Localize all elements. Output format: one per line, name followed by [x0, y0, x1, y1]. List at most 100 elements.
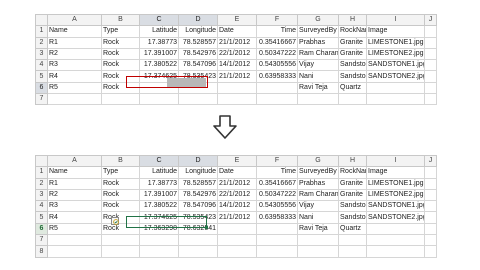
- cell-a1[interactable]: Name: [47, 25, 102, 38]
- cell-a2[interactable]: R1: [47, 177, 102, 190]
- cell-c6[interactable]: [139, 81, 179, 95]
- row-header-7[interactable]: 7: [35, 234, 48, 247]
- cell-d3[interactable]: 78.542976: [178, 188, 218, 202]
- cell-e7[interactable]: [217, 93, 257, 106]
- cell-f3[interactable]: 0.50347222: [256, 188, 298, 202]
- cell-g5[interactable]: Nani: [297, 211, 339, 224]
- cell-d8[interactable]: [178, 245, 218, 258]
- cell-e4[interactable]: 14/1/2012: [217, 200, 257, 213]
- autofill-options-icon[interactable]: [111, 217, 119, 225]
- cell-h8[interactable]: [338, 245, 367, 258]
- cell-h7[interactable]: [338, 93, 367, 106]
- cell-d4[interactable]: 78.547096: [178, 200, 218, 213]
- cell-j5[interactable]: [424, 70, 437, 83]
- cell-e1[interactable]: Date: [217, 166, 257, 179]
- cell-d1[interactable]: Longitude: [178, 25, 218, 38]
- cell-b5[interactable]: Rock: [101, 70, 140, 83]
- cell-d5[interactable]: 78.535423: [178, 211, 218, 224]
- cell-j4[interactable]: [424, 59, 437, 72]
- cell-c7[interactable]: [139, 234, 179, 247]
- cell-g7[interactable]: [297, 93, 339, 106]
- cell-f4[interactable]: 0.54305556: [256, 200, 298, 213]
- cell-j6[interactable]: [424, 222, 437, 236]
- select-all-corner[interactable]: [35, 13, 48, 27]
- cell-g6[interactable]: Ravi Teja: [297, 222, 339, 236]
- column-header-e[interactable]: E: [217, 154, 257, 168]
- cell-d7[interactable]: [178, 93, 218, 106]
- cell-f8[interactable]: [256, 245, 298, 258]
- cell-j1[interactable]: [424, 166, 437, 179]
- column-header-g[interactable]: G: [297, 13, 339, 27]
- cell-a6[interactable]: R5: [47, 81, 102, 95]
- cell-b6[interactable]: Rock: [101, 222, 140, 236]
- cell-g6[interactable]: Ravi Teja: [297, 81, 339, 95]
- column-header-c[interactable]: C: [139, 13, 179, 27]
- column-header-d[interactable]: D: [178, 154, 218, 168]
- cell-j3[interactable]: [424, 47, 437, 61]
- row-header-3[interactable]: 3: [35, 47, 48, 61]
- cell-i6[interactable]: [366, 222, 425, 236]
- cell-a3[interactable]: R2: [47, 188, 102, 202]
- cell-d6[interactable]: 78.632541: [178, 222, 218, 236]
- cell-h6[interactable]: Quartz: [338, 81, 367, 95]
- cell-g4[interactable]: Vijay: [297, 59, 339, 72]
- cell-c1[interactable]: Latitude: [139, 166, 179, 179]
- cell-f6[interactable]: [256, 81, 298, 95]
- cell-i1[interactable]: Image: [366, 25, 425, 38]
- cell-c3[interactable]: 17.391007: [139, 188, 179, 202]
- column-header-e[interactable]: E: [217, 13, 257, 27]
- row-header-6[interactable]: 6: [35, 81, 48, 95]
- cell-d3[interactable]: 78.542976: [178, 47, 218, 61]
- column-header-f[interactable]: F: [256, 154, 298, 168]
- row-header-6[interactable]: 6: [35, 222, 48, 236]
- column-header-d[interactable]: D: [178, 13, 218, 27]
- row-header-5[interactable]: 5: [35, 211, 48, 224]
- cell-h2[interactable]: Granite: [338, 177, 367, 190]
- cell-e1[interactable]: Date: [217, 25, 257, 38]
- row-header-2[interactable]: 2: [35, 177, 48, 190]
- cell-i7[interactable]: [366, 93, 425, 106]
- row-header-1[interactable]: 1: [35, 166, 48, 179]
- cell-i2[interactable]: LIMESTONE1.jpg: [366, 36, 425, 49]
- cell-a5[interactable]: R4: [47, 70, 102, 83]
- cell-a1[interactable]: Name: [47, 166, 102, 179]
- cell-b4[interactable]: Rock: [101, 59, 140, 72]
- cell-e7[interactable]: [217, 234, 257, 247]
- cell-f3[interactable]: 0.50347222: [256, 47, 298, 61]
- cell-g1[interactable]: SurveyedBy: [297, 25, 339, 38]
- cell-d2[interactable]: 78.528557: [178, 36, 218, 49]
- cell-b7[interactable]: [101, 234, 140, 247]
- fill-handle[interactable]: [205, 226, 208, 229]
- cell-g7[interactable]: [297, 234, 339, 247]
- cell-b2[interactable]: Rock: [101, 36, 140, 49]
- cell-g5[interactable]: Nani: [297, 70, 339, 83]
- row-header-7[interactable]: 7: [35, 93, 48, 106]
- cell-h3[interactable]: Granite: [338, 188, 367, 202]
- cell-e2[interactable]: 21/1/2012: [217, 177, 257, 190]
- cell-i5[interactable]: SANDSTONE2.jpg: [366, 211, 425, 224]
- cell-g2[interactable]: Prabhas: [297, 177, 339, 190]
- column-header-i[interactable]: I: [366, 13, 425, 27]
- cell-b7[interactable]: [101, 93, 140, 106]
- cell-b8[interactable]: [101, 245, 140, 258]
- cell-j4[interactable]: [424, 200, 437, 213]
- cell-h1[interactable]: RockName: [338, 25, 367, 38]
- cell-j6[interactable]: [424, 81, 437, 95]
- cell-h5[interactable]: Sandstone: [338, 211, 367, 224]
- cell-g3[interactable]: Ram Charan: [297, 188, 339, 202]
- cell-h4[interactable]: Sandstone: [338, 200, 367, 213]
- cell-b2[interactable]: Rock: [101, 177, 140, 190]
- cell-j2[interactable]: [424, 177, 437, 190]
- cell-i3[interactable]: LIMESTONE2.jpg: [366, 47, 425, 61]
- cell-h7[interactable]: [338, 234, 367, 247]
- cell-f2[interactable]: 0.35416667: [256, 177, 298, 190]
- cell-a4[interactable]: R3: [47, 200, 102, 213]
- column-header-j[interactable]: J: [424, 154, 437, 168]
- cell-j3[interactable]: [424, 188, 437, 202]
- cell-c2[interactable]: 17.38773: [139, 177, 179, 190]
- cell-d4[interactable]: 78.547096: [178, 59, 218, 72]
- cell-f5[interactable]: 0.63958333: [256, 211, 298, 224]
- cell-e6[interactable]: [217, 222, 257, 236]
- select-all-corner[interactable]: [35, 154, 48, 168]
- column-header-i[interactable]: I: [366, 154, 425, 168]
